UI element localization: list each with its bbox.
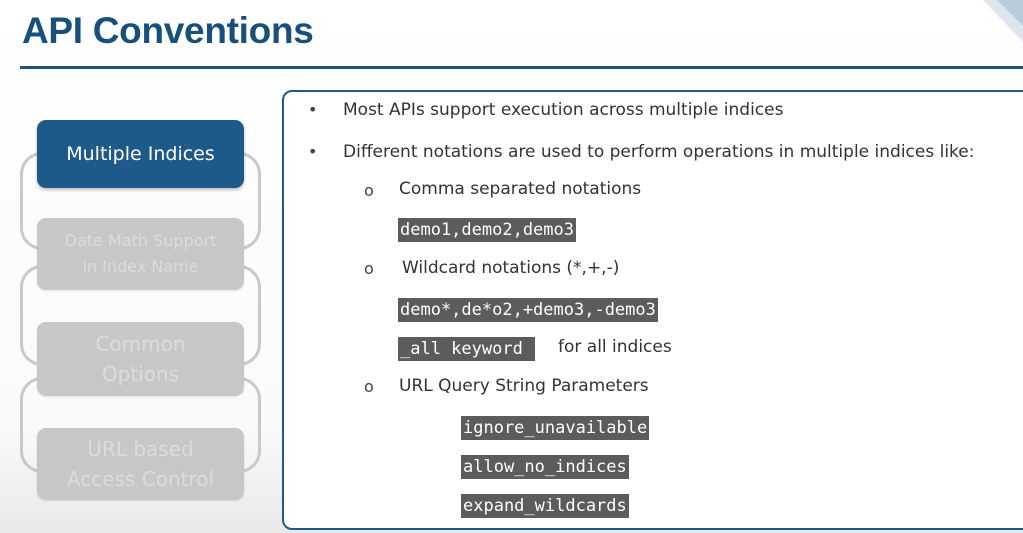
code-snippet: demo1,demo2,demo3 [398, 218, 576, 242]
code-snippet: demo*,de*o2,+demo3,-demo3 [398, 298, 658, 322]
code-snippet: expand_wildcards [461, 494, 629, 518]
sub-bullet-text: Comma separated notations [399, 179, 642, 199]
step-date-math-support[interactable]: Date Math Support in Index Name [37, 218, 244, 290]
step-label: URL based [87, 437, 194, 461]
bullet-marker: • [308, 142, 318, 161]
step-common-options[interactable]: Common Options [37, 322, 244, 396]
sub-bullet-marker: o [364, 377, 374, 396]
step-url-based-access-control[interactable]: URL based Access Control [37, 428, 244, 500]
step-label: Multiple Indices [66, 143, 215, 165]
content-panel: • Most APIs support execution across mul… [282, 90, 1023, 530]
inline-text: for all indices [558, 337, 672, 357]
topic-flow: Multiple Indices Date Math Support in In… [0, 0, 280, 533]
bullet-text: Most APIs support execution across multi… [343, 100, 784, 120]
bullet-text: Different notations are used to perform … [343, 142, 975, 162]
step-label: Date Math Support [64, 231, 217, 250]
corner-decoration-icon [983, 0, 1023, 42]
bullet-marker: • [308, 100, 318, 119]
sub-bullet-text: URL Query String Parameters [399, 376, 649, 396]
sub-bullet-text: Wildcard notations (*,+,-) [402, 258, 620, 278]
step-label: Common [95, 332, 186, 356]
sub-bullet-marker: o [364, 259, 374, 278]
code-snippet: allow_no_indices [461, 455, 629, 479]
step-label: Options [101, 362, 180, 386]
step-label: in Index Name [82, 257, 199, 276]
step-multiple-indices[interactable]: Multiple Indices [37, 120, 244, 188]
sub-bullet-marker: o [364, 181, 374, 200]
step-label: Access Control [66, 467, 215, 491]
code-snippet: ignore_unavailable [461, 416, 650, 440]
code-snippet: _all keyword [398, 337, 536, 361]
